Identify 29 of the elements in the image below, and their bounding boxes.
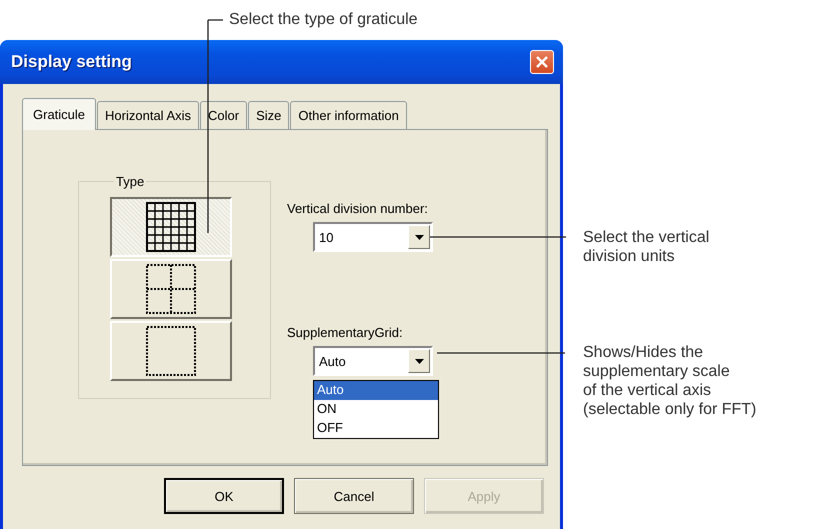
caret-icon (414, 358, 424, 364)
frame-icon (146, 326, 196, 376)
tab[interactable]: Horizontal Axis (97, 101, 200, 129)
tab[interactable]: Color (200, 101, 248, 129)
close-button[interactable] (530, 50, 554, 74)
dropdown-option[interactable]: OFF (314, 419, 438, 438)
grid-combo-box[interactable]: Auto (313, 346, 433, 376)
close-icon (535, 55, 549, 69)
tab[interactable]: Other information (290, 101, 407, 129)
field-label: SupplementaryGrid: (287, 325, 403, 340)
dropdown-option[interactable]: Auto (314, 381, 438, 400)
tab[interactable]: Graticule (22, 98, 96, 130)
callout-text: Shows/Hides the supplementary scale of the vertical axis (selectable only for FFT) (583, 343, 756, 419)
callout-text: Select the vertical division units (583, 228, 710, 266)
group-label: Type (115, 174, 146, 189)
field-label: Vertical division number: (287, 201, 428, 216)
dropdown-button[interactable] (408, 225, 430, 249)
tab[interactable]: Size (248, 101, 290, 129)
caret-icon (414, 234, 424, 240)
dialog-button[interactable]: OK (164, 478, 284, 514)
window-title: Display setting (11, 52, 132, 72)
quad-grid-icon (146, 264, 196, 314)
division-combo-box[interactable]: 10 (313, 222, 433, 252)
graticule-type-button[interactable] (110, 197, 232, 257)
full-grid-icon (146, 202, 196, 252)
dropdown-button[interactable] (408, 349, 430, 373)
dropdown-option[interactable]: ON (314, 400, 438, 419)
callout-text: Select the type of graticule (229, 10, 418, 29)
dialog-button[interactable]: Cancel (294, 478, 414, 514)
